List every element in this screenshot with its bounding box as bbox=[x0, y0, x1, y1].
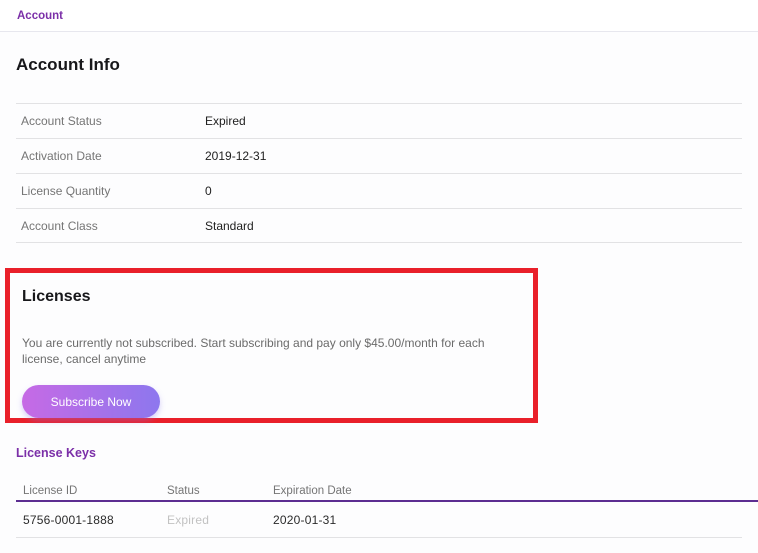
license-keys-table: License ID Status Expiration Date 5756-0… bbox=[16, 482, 758, 538]
table-row: 5756-0001-1888 Expired 2020-01-31 bbox=[16, 502, 742, 538]
account-class-label: Account Class bbox=[21, 219, 205, 233]
license-keys-header-row: License ID Status Expiration Date bbox=[16, 482, 758, 502]
account-info-title: Account Info bbox=[16, 55, 742, 75]
subscribe-now-button[interactable]: Subscribe Now bbox=[22, 385, 160, 418]
top-bar: Account bbox=[0, 0, 758, 32]
table-row: Activation Date 2019-12-31 bbox=[16, 138, 742, 173]
table-row: License Quantity 0 bbox=[16, 173, 742, 208]
account-status-label: Account Status bbox=[21, 114, 205, 128]
license-status-value: Expired bbox=[167, 513, 273, 527]
license-keys-title: License Keys bbox=[16, 446, 742, 460]
annotation-highlight-box: Licenses You are currently not subscribe… bbox=[5, 268, 538, 423]
column-header-status: Status bbox=[167, 485, 273, 497]
breadcrumb-account-link[interactable]: Account bbox=[17, 10, 63, 22]
licenses-section-title: Licenses bbox=[22, 287, 521, 307]
account-status-value: Expired bbox=[205, 114, 246, 128]
license-expiration-value: 2020-01-31 bbox=[273, 513, 742, 527]
account-class-value: Standard bbox=[205, 219, 254, 233]
column-header-license-id: License ID bbox=[16, 485, 167, 497]
account-info-table: Account Status Expired Activation Date 2… bbox=[16, 103, 742, 243]
column-header-expiration-date: Expiration Date bbox=[273, 485, 758, 497]
activation-date-label: Activation Date bbox=[21, 149, 205, 163]
subscription-description: You are currently not subscribed. Start … bbox=[22, 335, 521, 367]
license-quantity-value: 0 bbox=[205, 184, 212, 198]
table-row: Account Class Standard bbox=[16, 208, 742, 243]
license-quantity-label: License Quantity bbox=[21, 184, 205, 198]
account-page: Account Account Info Account Status Expi… bbox=[0, 0, 758, 553]
license-id-value: 5756-0001-1888 bbox=[16, 513, 167, 527]
table-row: Account Status Expired bbox=[16, 103, 742, 138]
activation-date-value: 2019-12-31 bbox=[205, 149, 266, 163]
